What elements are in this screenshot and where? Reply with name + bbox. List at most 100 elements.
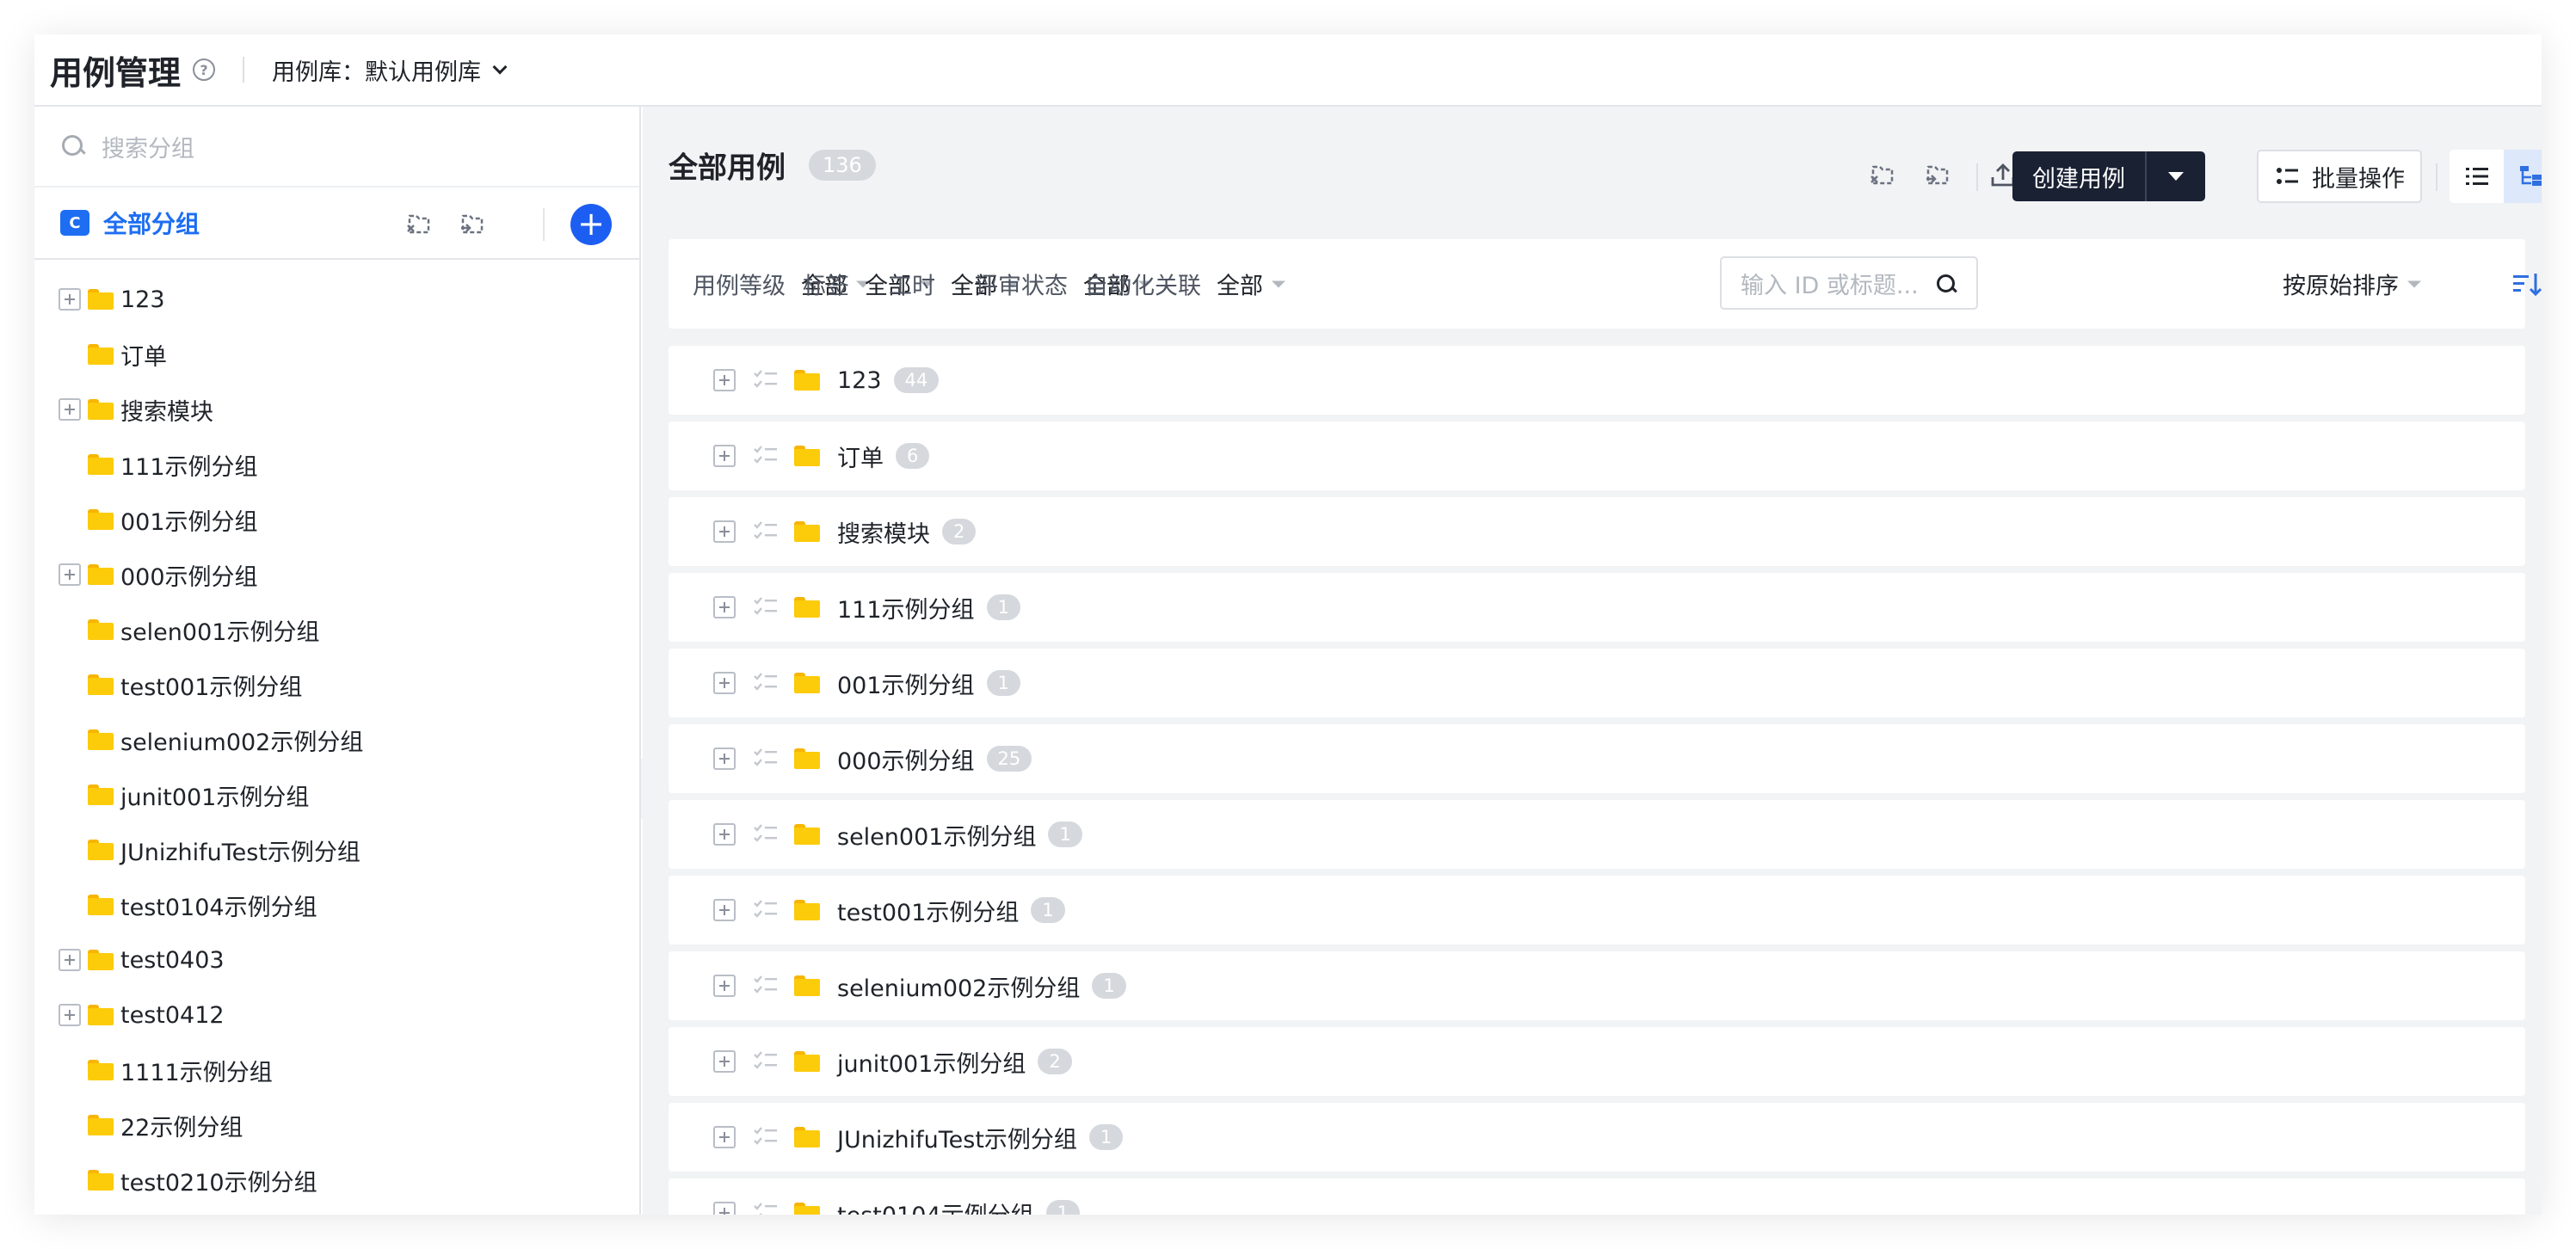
search-icon[interactable]	[1937, 274, 1957, 295]
filter-key: 用例等级	[693, 273, 786, 300]
expand-icon[interactable]	[713, 975, 736, 997]
checklist-icon[interactable]	[753, 1049, 779, 1074]
toolbar-divider	[2436, 163, 2437, 191]
tree-item[interactable]: 22示例分组	[34, 1098, 639, 1153]
tree-item-label: test001示例分组	[120, 674, 303, 701]
create-case-button[interactable]: 创建用例	[2012, 151, 2205, 201]
export-group-icon[interactable]	[458, 209, 487, 238]
expand-icon[interactable]	[713, 823, 736, 846]
expand-icon[interactable]	[713, 672, 736, 694]
tree-item[interactable]: 123	[34, 272, 639, 327]
case-group-row[interactable]: 000示例分组 25	[669, 724, 2525, 793]
case-group-label-wrap: junit001示例分组 2	[837, 1045, 1072, 1079]
sort-icon[interactable]	[2511, 270, 2542, 299]
checklist-icon[interactable]	[753, 1201, 779, 1215]
tree-item[interactable]: selen001示例分组	[34, 602, 639, 657]
help-icon[interactable]: ?	[193, 58, 216, 81]
list-view-icon[interactable]	[2450, 150, 2504, 203]
case-group-row[interactable]: 订单 6	[669, 421, 2525, 490]
case-group-row[interactable]: junit001示例分组 2	[669, 1027, 2525, 1096]
tree-item[interactable]: test0403	[34, 932, 639, 988]
expand-icon[interactable]	[713, 1050, 736, 1073]
group-tree: 123 订单搜索模块 111示例分组 001示例分组 000示例分组 selen001示例…	[34, 260, 639, 1208]
case-group-row[interactable]: 111示例分组 1	[669, 573, 2525, 642]
checklist-icon[interactable]	[753, 520, 779, 544]
folder-icon	[88, 344, 114, 365]
import-group-icon[interactable]	[1868, 160, 1897, 189]
total-count-badge: 136	[809, 150, 876, 181]
tree-item[interactable]: 1111示例分组	[34, 1043, 639, 1098]
create-case-dropdown[interactable]	[2147, 151, 2205, 201]
case-group-label-wrap: selen001示例分组 1	[837, 818, 1082, 852]
page-title: 用例管理	[50, 53, 182, 92]
expand-icon[interactable]	[713, 1202, 736, 1215]
case-search-placeholder: 输入 ID 或标题...	[1741, 272, 1919, 299]
tree-item-label: 1111示例分组	[120, 1059, 273, 1086]
case-group-label-wrap: 订单 6	[837, 440, 930, 473]
tree-item[interactable]: 001示例分组	[34, 492, 639, 547]
case-group-row[interactable]: test0104示例分组 1	[669, 1178, 2525, 1215]
tree-item[interactable]: 搜索模块	[34, 382, 639, 437]
tree-item[interactable]: test0210示例分组	[34, 1153, 639, 1208]
folder-icon	[88, 1170, 114, 1191]
case-count-badge: 1	[986, 670, 1020, 696]
folder-icon	[88, 1005, 114, 1025]
expand-icon[interactable]	[59, 949, 81, 971]
checklist-icon[interactable]	[753, 898, 779, 922]
checklist-icon[interactable]	[753, 747, 779, 771]
checklist-icon[interactable]	[753, 368, 779, 392]
tree-item-label: 订单	[120, 343, 167, 371]
batch-operation-button[interactable]: 批量操作	[2257, 150, 2422, 203]
folder-icon	[88, 674, 114, 695]
tree-item[interactable]: 000示例分组	[34, 547, 639, 602]
checklist-icon[interactable]	[753, 1125, 779, 1149]
tree-item[interactable]: 111示例分组	[34, 437, 639, 492]
expand-icon[interactable]	[59, 288, 81, 311]
case-search-input[interactable]: 输入 ID 或标题...	[1720, 256, 1978, 310]
tree-item-label: 22示例分组	[120, 1114, 243, 1141]
case-group-row[interactable]: 搜索模块 2	[669, 497, 2525, 566]
checklist-icon[interactable]	[753, 444, 779, 468]
tree-item[interactable]: test0104示例分组	[34, 877, 639, 932]
tree-item[interactable]: 订单	[34, 327, 639, 382]
checklist-icon[interactable]	[753, 595, 779, 619]
case-group-row[interactable]: selen001示例分组 1	[669, 800, 2525, 869]
case-count-badge: 1	[1092, 973, 1126, 999]
checklist-icon[interactable]	[753, 822, 779, 846]
expand-icon[interactable]	[713, 445, 736, 467]
chevron-down-icon[interactable]	[492, 59, 508, 75]
expand-icon[interactable]	[59, 398, 81, 421]
tree-item[interactable]: selenium002示例分组	[34, 712, 639, 767]
add-group-button[interactable]: +	[570, 204, 612, 245]
library-selector[interactable]: 默认用例库	[365, 53, 481, 87]
filter-item[interactable]: 自动化关联 全部	[1085, 268, 1285, 301]
checklist-icon[interactable]	[753, 974, 779, 998]
tree-item[interactable]: test001示例分组	[34, 657, 639, 712]
case-group-row[interactable]: 123 44	[669, 346, 2525, 415]
checklist-icon[interactable]	[753, 671, 779, 695]
tree-item[interactable]: test0412	[34, 988, 639, 1043]
case-group-label-wrap: JUnizhifuTest示例分组 1	[837, 1121, 1124, 1154]
expand-icon[interactable]	[59, 1004, 81, 1026]
case-group-row[interactable]: test001示例分组 1	[669, 876, 2525, 944]
caret-down-icon	[2407, 280, 2421, 287]
case-group-row[interactable]: selenium002示例分组 1	[669, 951, 2525, 1020]
sort-selector[interactable]: 按原始排序	[2283, 268, 2421, 301]
expand-icon[interactable]	[713, 748, 736, 770]
export-group-icon[interactable]	[1923, 160, 1952, 189]
tree-item-label: 000示例分组	[120, 563, 258, 591]
expand-icon[interactable]	[713, 596, 736, 618]
expand-icon[interactable]	[713, 1126, 736, 1148]
tree-item[interactable]: JUnizhifuTest示例分组	[34, 822, 639, 877]
expand-icon[interactable]	[713, 369, 736, 391]
case-group-row[interactable]: 001示例分组 1	[669, 649, 2525, 717]
expand-icon[interactable]	[59, 563, 81, 586]
tree-item[interactable]: junit001示例分组	[34, 767, 639, 822]
expand-icon[interactable]	[713, 899, 736, 921]
import-group-icon[interactable]	[404, 209, 434, 238]
group-search-input[interactable]: 搜索分组	[34, 107, 639, 188]
tree-view-icon[interactable]	[2504, 150, 2542, 203]
case-group-row[interactable]: JUnizhifuTest示例分组 1	[669, 1103, 2525, 1172]
all-groups-item[interactable]: C 全部分组 +	[34, 188, 641, 260]
expand-icon[interactable]	[713, 520, 736, 543]
